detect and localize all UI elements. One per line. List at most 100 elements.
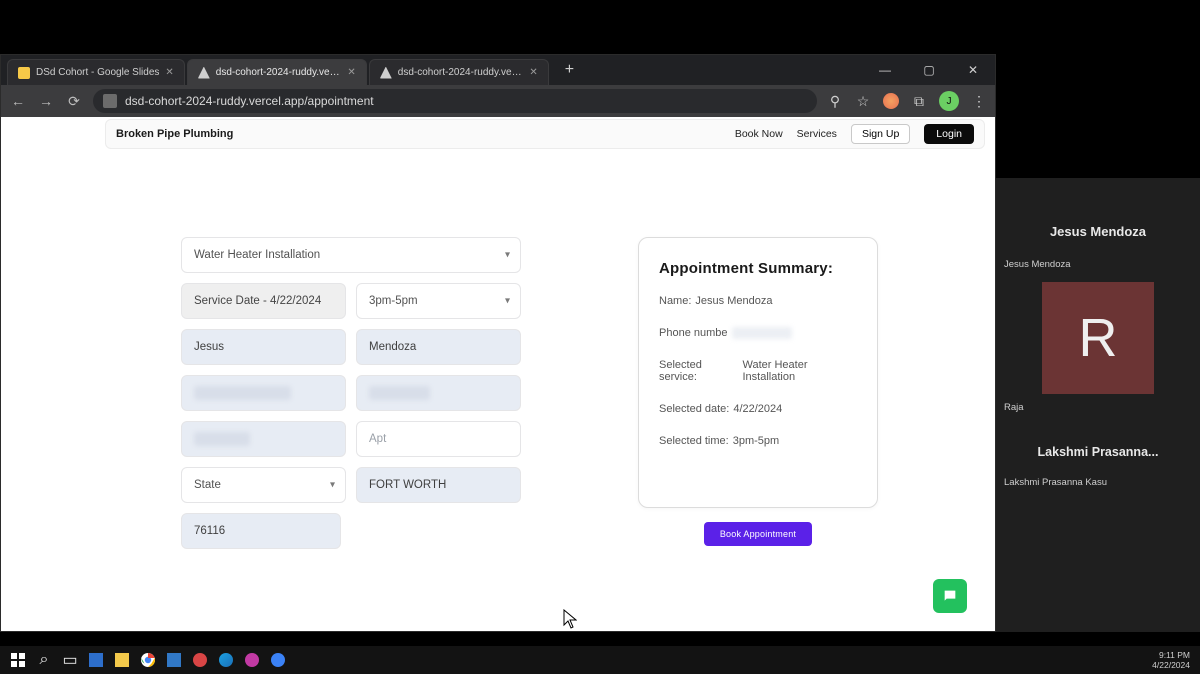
nav-reload-icon[interactable]: ⟳ [65, 93, 83, 110]
file-explorer-icon[interactable] [112, 650, 132, 670]
taskbar-app-icon[interactable] [242, 650, 262, 670]
zip-input[interactable] [181, 513, 341, 549]
select-value: State [194, 479, 221, 491]
browser-tab[interactable]: dsd-cohort-2024-ruddy.vercel.app/adminSi… [369, 59, 549, 85]
first-name-input[interactable] [181, 329, 346, 365]
summary-name-value: Jesus Mendoza [695, 295, 772, 307]
video-tile[interactable]: R Raja [1000, 276, 1196, 415]
service-date-field[interactable]: Service Date - 4/22/2024 [181, 283, 346, 319]
system-tray-clock[interactable]: 9:11 PM 4/22/2024 [1152, 650, 1192, 670]
window-maximize[interactable]: ▢ [907, 55, 951, 85]
nav-services[interactable]: Services [797, 128, 837, 140]
first-name-value[interactable] [194, 341, 333, 353]
page-scroll[interactable]: Broken Pipe Plumbing Book Now Services S… [1, 117, 995, 631]
summary-service-value: Water Heater Installation [743, 359, 858, 383]
browser-tab[interactable]: dsd-cohort-2024-ruddy.vercel.app/appoint… [187, 59, 367, 85]
select-value: Water Heater Installation [194, 249, 320, 261]
summary-time-value: 3pm-5pm [733, 435, 779, 447]
browser-toolbar: ← → ⟳ dsd-cohort-2024-ruddy.vercel.app/a… [1, 85, 995, 117]
state-select[interactable]: State ▾ [181, 467, 346, 503]
window-minimize[interactable]: — [863, 55, 907, 85]
browser-tab[interactable]: DSd Cohort - Google Slides ✕ [7, 59, 185, 85]
window-close[interactable]: ✕ [951, 55, 995, 85]
summary-service-label: Selected service: [659, 359, 739, 383]
task-view-icon[interactable]: ▭ [60, 650, 80, 670]
appointment-form: Water Heater Installation ▾ Service Date… [181, 237, 521, 549]
site-header: Broken Pipe Plumbing Book Now Services S… [105, 119, 985, 149]
nav-forward-icon[interactable]: → [37, 93, 55, 109]
nav-back-icon[interactable]: ← [9, 93, 27, 109]
tab-close-icon[interactable]: ✕ [529, 67, 537, 78]
vscode-icon[interactable] [164, 650, 184, 670]
video-tile[interactable]: Jesus Mendoza Jesus Mendoza [1000, 186, 1196, 272]
chevron-down-icon: ▾ [505, 296, 510, 307]
chat-icon [942, 588, 958, 604]
zip-value[interactable] [194, 525, 328, 537]
address-bar[interactable]: dsd-cohort-2024-ruddy.vercel.app/appoint… [93, 89, 817, 113]
redacted-content [194, 432, 250, 446]
vercel-favicon [198, 67, 210, 79]
redacted-content [369, 386, 430, 400]
time-select[interactable]: 3pm-5pm ▾ [356, 283, 521, 319]
nav-book-now[interactable]: Book Now [735, 128, 783, 140]
taskbar-app-icon[interactable] [268, 650, 288, 670]
clock-time: 9:11 PM [1152, 650, 1190, 660]
city-input[interactable] [356, 467, 521, 503]
account-orb-icon[interactable] [883, 93, 899, 109]
redacted-content [194, 386, 291, 400]
summary-date-value: 4/22/2024 [733, 403, 782, 415]
redacted-input[interactable] [356, 375, 521, 411]
summary-column: Appointment Summary: Name: Jesus Mendoza… [561, 237, 955, 549]
login-button[interactable]: Login [924, 124, 974, 144]
service-select[interactable]: Water Heater Installation ▾ [181, 237, 521, 273]
chrome-icon[interactable] [138, 650, 158, 670]
bookmark-star-icon[interactable]: ☆ [855, 93, 871, 109]
tab-close-icon[interactable]: ✕ [347, 67, 355, 78]
vercel-favicon [380, 67, 392, 79]
apt-value[interactable] [369, 433, 508, 445]
browser-window: — ▢ ✕ DSd Cohort - Google Slides ✕ dsd-c… [0, 54, 996, 632]
edge-icon[interactable] [216, 650, 236, 670]
tile-name: Lakshmi Prasanna... [1000, 419, 1196, 475]
tab-close-icon[interactable]: ✕ [165, 67, 173, 78]
taskbar-search-icon[interactable]: ⌕ [34, 650, 54, 670]
video-tile[interactable]: Lakshmi Prasanna... Lakshmi Prasanna Kas… [1000, 419, 1196, 490]
summary-title: Appointment Summary: [659, 260, 857, 277]
last-name-input[interactable] [356, 329, 521, 365]
brand: Broken Pipe Plumbing [116, 128, 233, 140]
window-controls: — ▢ ✕ [863, 55, 995, 85]
slides-favicon [18, 67, 30, 79]
last-name-value[interactable] [369, 341, 508, 353]
profile-avatar[interactable]: J [939, 91, 959, 111]
tile-caption: Jesus Mendoza [1000, 257, 1196, 272]
extensions-icon[interactable]: ⧉ [911, 93, 927, 109]
redacted-input[interactable] [181, 421, 346, 457]
city-value[interactable] [369, 479, 508, 491]
avatar-initial: R [1042, 282, 1154, 394]
summary-date-label: Selected date: [659, 403, 729, 415]
video-call-sidebar: Jesus Mendoza Jesus Mendoza R Raja Laksh… [996, 178, 1200, 632]
sign-up-button[interactable]: Sign Up [851, 124, 910, 144]
kebab-menu-icon[interactable]: ⋮ [971, 93, 987, 109]
windows-icon [11, 653, 25, 667]
tile-caption: Raja [1000, 400, 1196, 415]
tab-title: dsd-cohort-2024-ruddy.vercel.app/appoint… [216, 67, 342, 78]
book-appointment-button[interactable]: Book Appointment [704, 522, 812, 546]
clock-date: 4/22/2024 [1152, 660, 1190, 670]
tab-title: DSd Cohort - Google Slides [36, 67, 159, 78]
start-button[interactable] [8, 650, 28, 670]
windows-taskbar: ⌕ ▭ 9:11 PM 4/22/2024 [0, 646, 1200, 674]
apt-input[interactable] [356, 421, 521, 457]
redacted-input[interactable] [181, 375, 346, 411]
taskbar-app-icon[interactable] [190, 650, 210, 670]
taskbar-app-icon[interactable] [86, 650, 106, 670]
new-tab-button[interactable]: + [555, 61, 584, 79]
zoom-icon[interactable]: ⚲ [827, 93, 843, 109]
tile-caption: Lakshmi Prasanna Kasu [1000, 475, 1196, 490]
site-lock-icon [103, 94, 117, 108]
tab-strip: — ▢ ✕ DSd Cohort - Google Slides ✕ dsd-c… [1, 55, 995, 85]
summary-time-label: Selected time: [659, 435, 729, 447]
summary-name-label: Name: [659, 295, 691, 307]
tab-title: dsd-cohort-2024-ruddy.vercel.app/adminSi… [398, 67, 524, 78]
chat-fab[interactable] [933, 579, 967, 613]
